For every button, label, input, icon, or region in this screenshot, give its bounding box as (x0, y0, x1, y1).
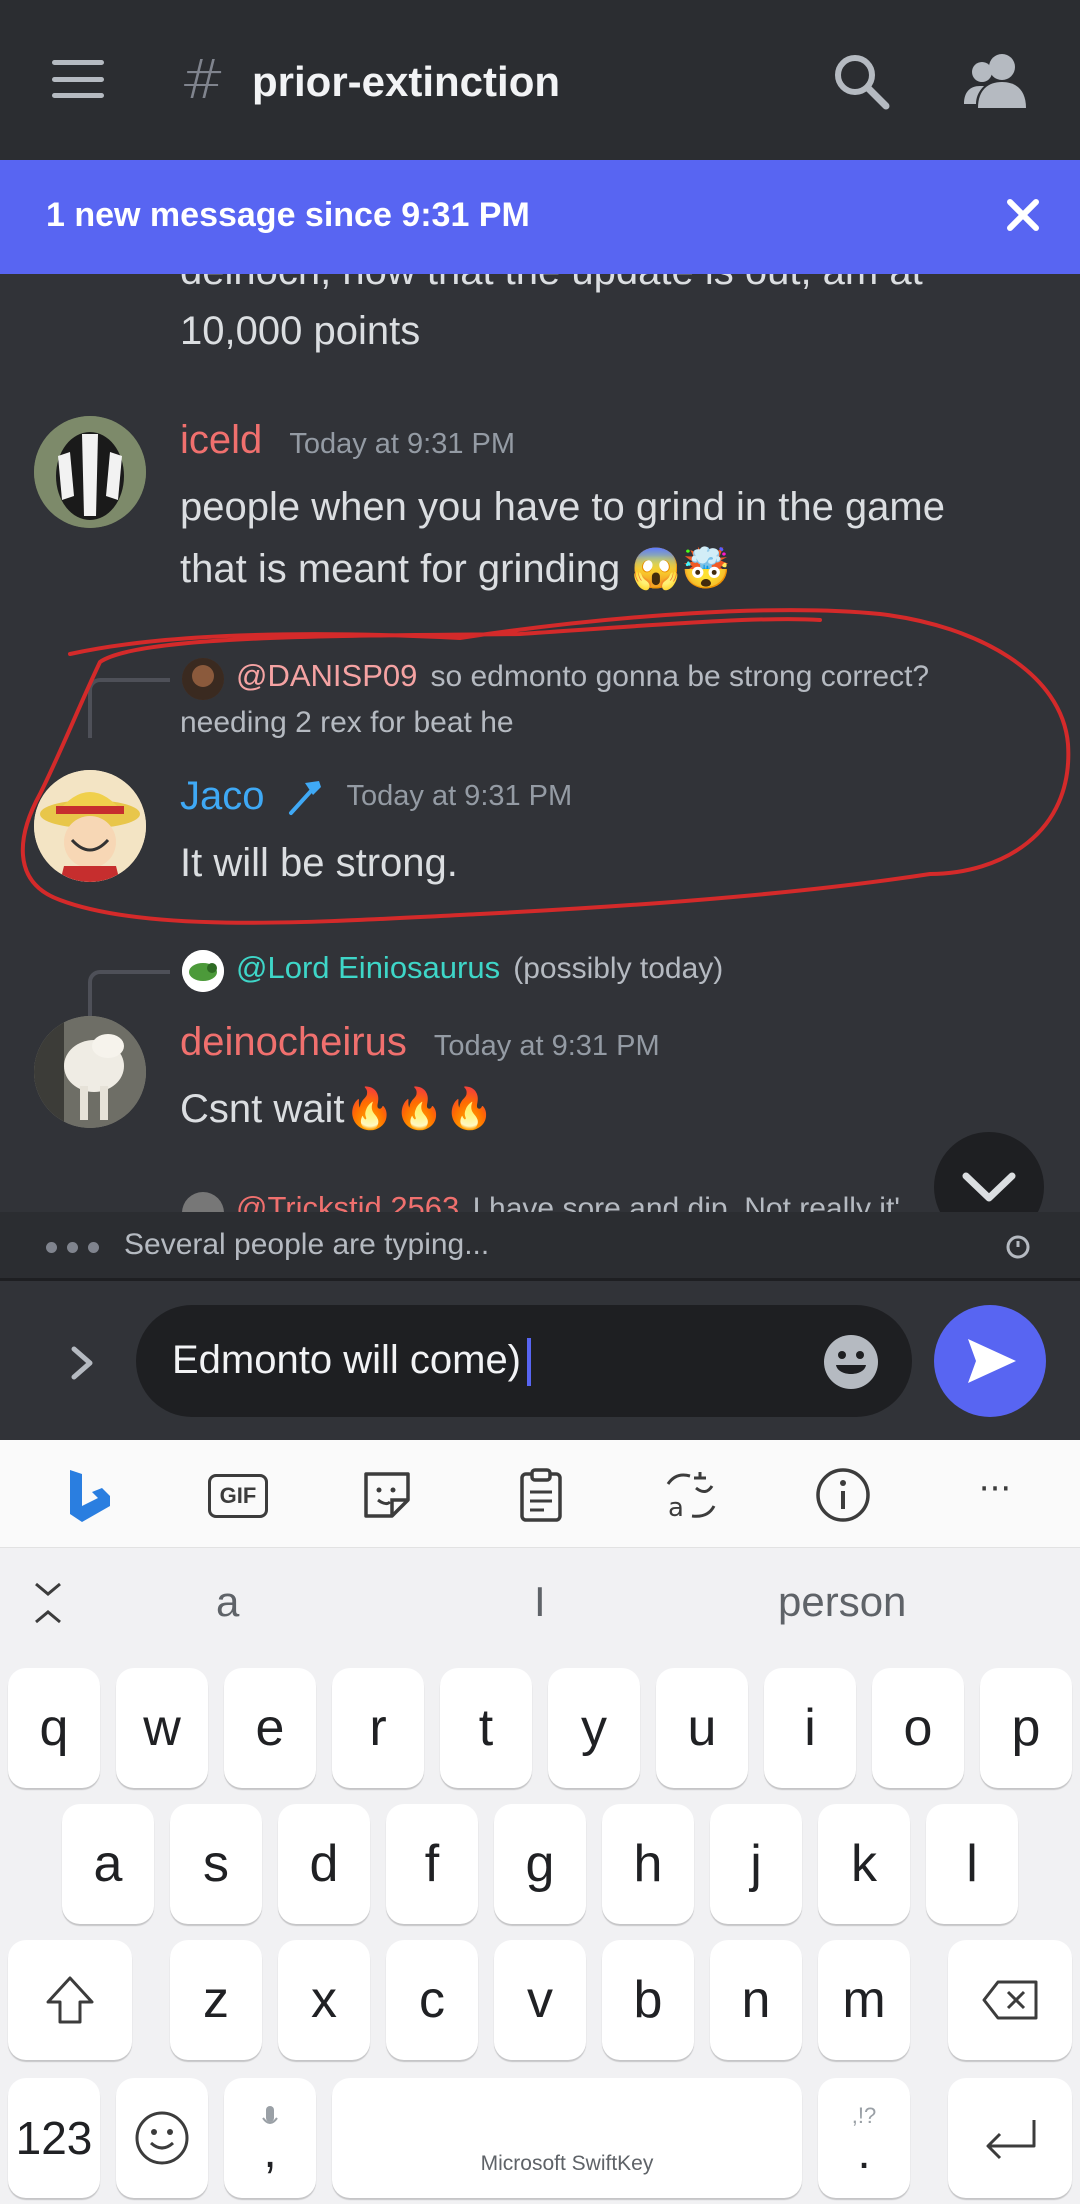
message-timestamp: Today at 9:31 PM (433, 1030, 660, 1062)
key-g[interactable]: g (494, 1804, 586, 1924)
message-input-value: Edmonto will come) (172, 1338, 522, 1382)
space-key[interactable]: Microsoft SwiftKey (332, 2078, 802, 2198)
key-p[interactable]: p (980, 1668, 1072, 1788)
message-text: Csnt wait🔥🔥🔥 (180, 1087, 494, 1131)
key-b[interactable]: b (602, 1940, 694, 2060)
emoji-icon[interactable] (822, 1333, 880, 1391)
reply-connector (88, 970, 170, 1016)
chevron-right-icon[interactable] (62, 1343, 102, 1383)
info-icon[interactable] (814, 1466, 872, 1524)
send-icon (968, 1339, 1016, 1383)
slowmode-icon[interactable] (1004, 1232, 1032, 1260)
search-icon[interactable] (832, 52, 890, 110)
members-icon[interactable] (962, 52, 1028, 110)
gif-icon[interactable]: GIF (208, 1474, 268, 1518)
emoji-key[interactable] (116, 2078, 208, 2198)
new-message-banner-text: 1 new message since 9:31 PM (46, 196, 530, 234)
reply-preview[interactable]: I have sore and dip. Not really it' (472, 1192, 900, 1212)
key-v[interactable]: v (494, 1940, 586, 2060)
key-i[interactable]: i (764, 1668, 856, 1788)
keyboard: q w e r t y u i o p a s d f g h j k l z … (0, 1658, 1080, 2204)
translate-icon[interactable]: a (662, 1466, 720, 1524)
text-caret (527, 1338, 532, 1387)
suggestion-bar: a I person (0, 1548, 1080, 1658)
reply-avatar[interactable] (182, 950, 224, 992)
suggestion-3[interactable]: person (778, 1578, 906, 1626)
clipboard-icon[interactable] (512, 1466, 570, 1524)
key-l[interactable]: l (926, 1804, 1018, 1924)
key-u[interactable]: u (656, 1668, 748, 1788)
annotation-circle (20, 608, 1071, 925)
suggestion-1[interactable]: a (216, 1578, 239, 1626)
key-r[interactable]: r (332, 1668, 424, 1788)
backspace-icon (982, 1980, 1038, 2020)
send-button[interactable] (934, 1305, 1046, 1417)
key-f[interactable]: f (386, 1804, 478, 1924)
keyboard-toolbar: GIF a ··· (0, 1440, 1080, 1548)
new-message-banner[interactable]: 1 new message since 9:31 PM (0, 160, 1080, 274)
more-icon[interactable]: ··· (966, 1466, 1024, 1524)
channel-header: # prior-extinction (0, 0, 1080, 160)
typing-indicator: Several people are typing... (0, 1212, 1080, 1278)
message-composer: Edmonto will come) (0, 1278, 1080, 1440)
key-w[interactable]: w (116, 1668, 208, 1788)
space-key-label: Microsoft SwiftKey (480, 2152, 654, 2175)
numbers-key[interactable]: 123 (8, 2078, 100, 2198)
bing-icon[interactable] (60, 1466, 118, 1524)
key-s[interactable]: s (170, 1804, 262, 1924)
message-author[interactable]: deinocheirus (180, 1020, 407, 1064)
enter-key[interactable] (948, 2078, 1072, 2198)
key-q[interactable]: q (8, 1668, 100, 1788)
message-input[interactable]: Edmonto will come) (136, 1305, 912, 1417)
channel-name[interactable]: prior-extinction (252, 58, 560, 106)
message-list[interactable]: deinoch, now that the update is out, am … (0, 274, 1080, 1212)
key-n[interactable]: n (710, 1940, 802, 2060)
suggestion-2[interactable]: I (534, 1578, 546, 1626)
key-t[interactable]: t (440, 1668, 532, 1788)
comma-label: , (263, 2125, 277, 2178)
key-e[interactable]: e (224, 1668, 316, 1788)
key-d[interactable]: d (278, 1804, 370, 1924)
channel-hash-icon: # (180, 48, 226, 111)
reply-mention[interactable]: @Trickstid 2563 (236, 1190, 459, 1212)
comma-key[interactable]: , (224, 2078, 316, 2198)
svg-text:a: a (668, 1493, 684, 1523)
backspace-key[interactable] (948, 1940, 1072, 2060)
shift-icon (46, 1976, 94, 2024)
avatar[interactable] (34, 1016, 146, 1128)
period-key[interactable]: ,!? . (818, 2078, 910, 2198)
typing-dots-icon (46, 1242, 99, 1253)
key-y[interactable]: y (548, 1668, 640, 1788)
key-c[interactable]: c (386, 1940, 478, 2060)
key-o[interactable]: o (872, 1668, 964, 1788)
menu-icon[interactable] (52, 60, 104, 98)
key-a[interactable]: a (62, 1804, 154, 1924)
period-label: . (857, 2126, 871, 2179)
key-k[interactable]: k (818, 1804, 910, 1924)
reply-mention[interactable]: @Lord Einiosaurus (236, 950, 500, 985)
enter-icon (986, 2120, 1036, 2160)
key-h[interactable]: h (602, 1804, 694, 1924)
close-icon[interactable] (1006, 198, 1040, 232)
sticker-icon[interactable] (358, 1466, 416, 1524)
key-j[interactable]: j (710, 1804, 802, 1924)
key-z[interactable]: z (170, 1940, 262, 2060)
key-x[interactable]: x (278, 1940, 370, 2060)
reply-preview[interactable]: (possibly today) (513, 952, 723, 985)
shift-key[interactable] (8, 1940, 132, 2060)
emoji-icon (135, 2111, 189, 2165)
typing-text: Several people are typing... (124, 1228, 490, 1261)
key-m[interactable]: m (818, 1940, 910, 2060)
collapse-icon[interactable] (30, 1580, 66, 1626)
